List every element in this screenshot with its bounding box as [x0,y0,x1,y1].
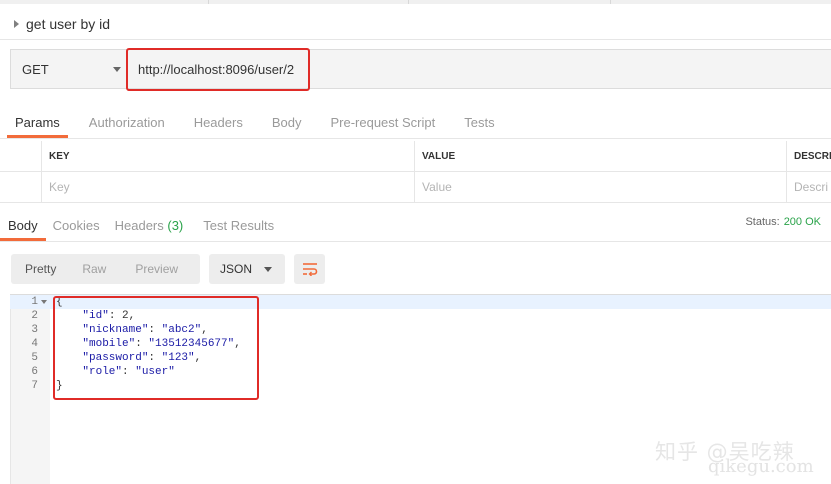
json-highlight-box [53,296,259,400]
line-number: 3 [31,324,38,336]
column-description-header: DESCRI [786,141,831,171]
params-header-row: KEY VALUE DESCRI [0,141,831,172]
tab-tests[interactable]: Tests [464,115,494,138]
url-highlight-box [126,48,310,91]
tab-params[interactable]: Params [7,115,68,138]
headers-count-badge: (3) [167,218,184,233]
chevron-down-icon [264,267,272,272]
response-status: Status: 200 OK [745,216,821,228]
fold-toggle-icon[interactable] [41,300,47,304]
line-number: 5 [31,352,38,364]
description-input[interactable]: Descri [786,172,831,202]
divider [0,39,831,40]
line-number: 2 [31,310,38,322]
format-select[interactable]: JSON [209,254,285,284]
column-key-header: KEY [41,141,414,171]
format-value: JSON [220,262,253,276]
checkbox-column [0,141,41,171]
tab-test-results[interactable]: Test Results [203,218,274,241]
line-number: 6 [31,366,38,378]
line-number: 1 [31,296,38,308]
watermark-site: qikegu.com [708,456,814,477]
tab-cookies[interactable]: Cookies [53,218,100,241]
method-value: GET [22,61,49,77]
tab-response-headers-label: Headers [114,218,164,233]
collapse-caret-icon[interactable] [14,20,19,28]
tab-body[interactable]: Body [272,115,302,138]
key-input[interactable]: Key [41,172,414,202]
request-name: get user by id [26,16,111,32]
chevron-down-icon [113,67,121,72]
view-mode-group: Pretty Raw Preview [11,254,200,284]
column-value-header: VALUE [414,141,786,171]
tab-headers[interactable]: Headers [194,115,243,138]
method-select[interactable]: GET [11,50,128,88]
wrap-lines-button[interactable] [294,254,325,284]
value-input[interactable]: Value [414,172,786,202]
tab-authorization[interactable]: Authorization [89,115,165,138]
line-number: 7 [31,380,38,392]
preview-button[interactable]: Preview [135,262,178,276]
tab-response-body[interactable]: Body [0,218,46,241]
status-label: Status: [745,216,780,228]
tab-response-headers[interactable]: Headers (3) [115,218,184,241]
pretty-button[interactable]: Pretty [25,262,56,276]
request-tabs: Params Authorization Headers Body Pre-re… [0,108,831,139]
request-name-header[interactable]: get user by id [14,14,110,34]
line-number: 4 [31,338,38,350]
response-tabs: Body Cookies Headers (3) Test Results [0,211,831,242]
status-badge: 200 OK [783,216,821,228]
top-tab-strip [0,0,831,4]
params-table: KEY VALUE DESCRI Key Value Descri [0,141,831,203]
raw-button[interactable]: Raw [82,262,106,276]
wrap-lines-icon [302,263,317,276]
tab-pre-request-script[interactable]: Pre-request Script [330,115,435,138]
params-empty-row: Key Value Descri [0,172,831,203]
row-checkbox[interactable] [0,172,41,202]
